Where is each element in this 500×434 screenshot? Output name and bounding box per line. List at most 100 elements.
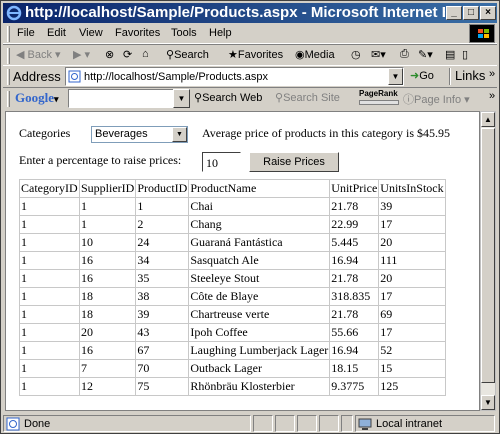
menu-grip (7, 26, 10, 42)
links-button[interactable]: Links (455, 68, 485, 83)
windows-logo-icon (469, 24, 495, 43)
table-cell: Outback Lager (188, 359, 331, 378)
address-separator (449, 68, 451, 85)
google-grip (7, 91, 10, 107)
standard-toolbar: ◀ Back ▾ ▶ ▾ ⊗ ⟳ ⌂ ⚲Search ★Favorites ◉M… (3, 44, 497, 66)
media-icon: ◉ (295, 49, 305, 61)
table-cell: 1 (19, 305, 80, 324)
table-row: 1 20 43 Ipoh Coffee 55.66 17 (19, 323, 446, 342)
minimize-button[interactable]: _ (446, 6, 462, 20)
table-cell: Ipoh Coffee (188, 323, 331, 342)
favorites-button[interactable]: ★Favorites (228, 48, 283, 61)
vertical-scrollbar[interactable]: ▲ ▼ (480, 111, 496, 411)
search-button[interactable]: ⚲Search (166, 48, 209, 61)
mail-button[interactable]: ✉▾ (371, 48, 386, 61)
table-cell: 20 (378, 269, 446, 288)
menu-favorites[interactable]: Favorites (115, 27, 160, 39)
go-button[interactable]: ➜Go (410, 69, 434, 82)
table-cell: 2 (135, 215, 190, 234)
address-dropdown-button[interactable]: ▼ (388, 68, 403, 85)
table-cell: 18.15 (329, 359, 380, 378)
table-cell: 9.3775 (329, 377, 380, 396)
raise-prices-button[interactable]: Raise Prices (249, 152, 339, 172)
menu-file[interactable]: File (17, 27, 35, 39)
table-cell: 1 (19, 233, 80, 252)
table-cell: 10 (78, 233, 137, 252)
menu-bar: File Edit View Favorites Tools Help (3, 24, 497, 44)
chevron-down-icon[interactable]: ▼ (172, 127, 187, 142)
table-header-row: CategoryID SupplierID ProductID ProductName… (19, 179, 446, 198)
table-cell: 24 (135, 233, 190, 252)
table-row: 1 16 34 Sasquatch Ale 16.94 111 (19, 251, 446, 270)
discuss-icon: ▤ (445, 49, 456, 61)
table-cell: Guaraná Fantástica (188, 233, 331, 252)
table-cell: 21.78 (329, 197, 380, 216)
products-grid: CategoryID SupplierID ProductID ProductName… (19, 179, 446, 396)
back-button[interactable]: ◀ Back ▾ (16, 48, 61, 61)
page-content: Categories Beverages ▼ Average price of … (5, 111, 480, 411)
print-button[interactable]: ⎙ (400, 48, 409, 61)
refresh-button[interactable]: ⟳ (123, 48, 132, 61)
column-header: SupplierID (78, 179, 137, 198)
table-cell: 21.78 (329, 305, 380, 324)
column-header: CategoryID (19, 179, 80, 198)
back-arrow-icon: ◀ (16, 49, 25, 61)
google-logo[interactable]: Google▾ (15, 90, 59, 106)
table-cell: 69 (378, 305, 446, 324)
scroll-down-icon[interactable]: ▼ (481, 395, 495, 410)
edit-button[interactable]: ✎▾ (418, 48, 433, 61)
status-bar: Done Local intranet (3, 413, 497, 433)
menu-tools[interactable]: Tools (171, 27, 197, 39)
google-search-dropdown[interactable]: ▼ (173, 89, 190, 108)
binoculars-icon: ⚲ (194, 92, 203, 104)
menu-view[interactable]: View (79, 27, 103, 39)
stop-button[interactable]: ⊗ (105, 48, 114, 61)
table-cell: 70 (135, 359, 190, 378)
links-chevron-icon[interactable]: » (489, 68, 495, 80)
home-button[interactable]: ⌂ (142, 48, 149, 60)
forward-button[interactable]: ▶ ▾ (73, 48, 90, 61)
category-dropdown[interactable]: Beverages ▼ (91, 126, 188, 143)
menu-edit[interactable]: Edit (47, 27, 66, 39)
address-input[interactable]: http://localhost/Sample/Products.aspx ▼ (65, 67, 404, 86)
scroll-thumb[interactable] (481, 128, 495, 383)
column-header: ProductID (135, 179, 190, 198)
history-button[interactable]: ◷ (351, 48, 361, 61)
close-button[interactable]: × (480, 6, 496, 20)
site-search-icon: ⚲ (275, 92, 284, 104)
pagerank-bar (359, 100, 399, 105)
table-cell: 39 (378, 197, 446, 216)
table-cell: 17 (378, 215, 446, 234)
google-chevron-icon[interactable]: » (489, 90, 495, 102)
window-title: http://localhost/Sample/Products.aspx - … (25, 4, 445, 21)
table-cell: 1 (19, 269, 80, 288)
scroll-up-icon[interactable]: ▲ (481, 112, 495, 127)
page-info-button[interactable]: ⓘPage Info ▾ (403, 91, 470, 107)
table-cell: 16 (78, 251, 137, 270)
table-cell: Laughing Lumberjack Lager (188, 341, 331, 360)
table-row: 1 12 75 Rhönbräu Klosterbier 9.3775 125 (19, 377, 446, 396)
table-cell: 1 (19, 287, 80, 306)
average-price-text: Average price of products in this catego… (202, 126, 451, 140)
search-site-button[interactable]: ⚲Search Site (275, 91, 340, 104)
categories-label: Categories (19, 126, 71, 140)
menu-help[interactable]: Help (209, 27, 232, 39)
table-cell: 318.835 (329, 287, 380, 306)
table-cell: 18 (78, 287, 137, 306)
table-row: 1 1 2 Chang 22.99 17 (19, 215, 446, 234)
media-button[interactable]: ◉Media (295, 48, 335, 61)
home-icon: ⌂ (142, 48, 149, 60)
table-cell: 1 (78, 215, 137, 234)
google-search-input[interactable] (68, 89, 190, 108)
maximize-button[interactable]: □ (463, 6, 479, 20)
status-pane-1 (253, 415, 273, 432)
percentage-input[interactable]: 10 (202, 152, 241, 172)
messenger-button[interactable]: ▯ (462, 48, 468, 61)
table-cell: 111 (378, 251, 446, 270)
table-cell: 1 (135, 197, 190, 216)
table-cell: 7 (78, 359, 137, 378)
search-web-button[interactable]: ⚲Search Web (194, 91, 262, 104)
discuss-button[interactable]: ▤ (445, 48, 455, 61)
table-row: 1 16 35 Steeleye Stout 21.78 20 (19, 269, 446, 288)
table-cell: 1 (19, 359, 80, 378)
